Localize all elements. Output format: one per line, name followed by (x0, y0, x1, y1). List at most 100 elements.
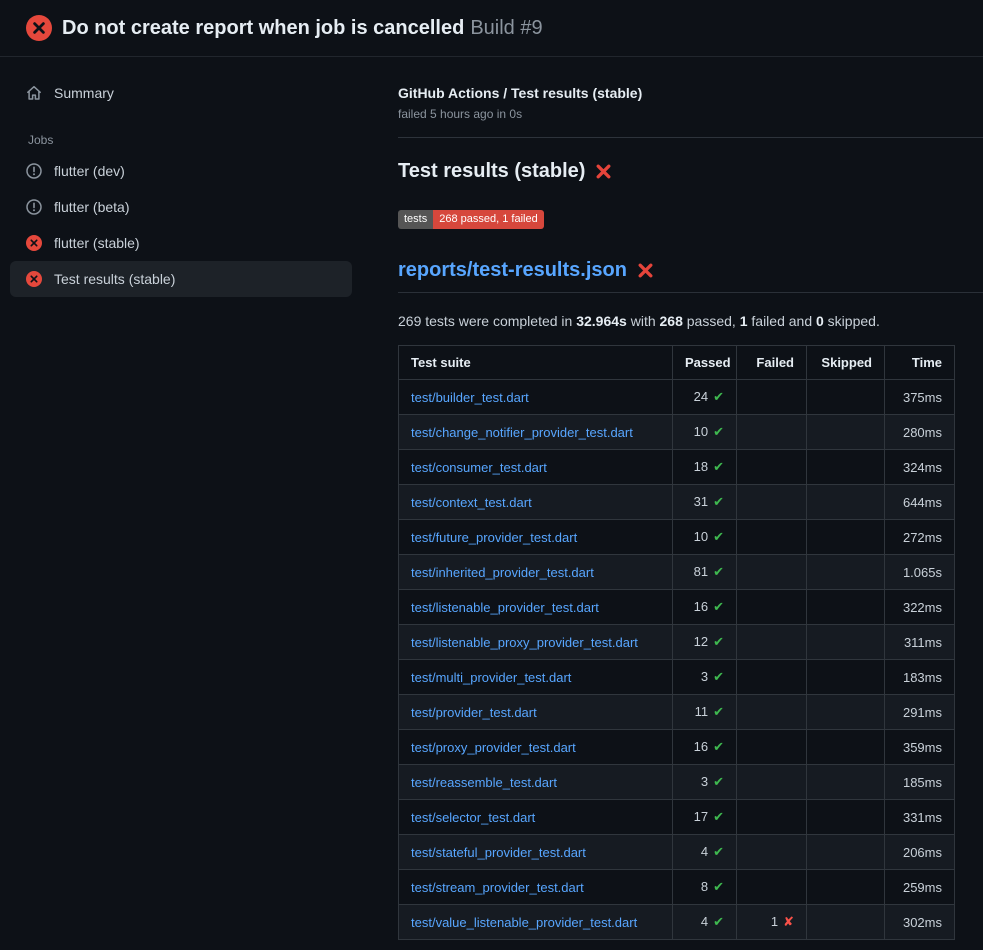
passed-cell: 10✔ (673, 415, 737, 450)
sidebar-summary-label: Summary (54, 85, 114, 101)
suite-cell: test/listenable_proxy_provider_test.dart (399, 625, 673, 660)
suite-cell: test/reassemble_test.dart (399, 765, 673, 800)
run-title: Do not create report when job is cancell… (62, 17, 543, 40)
passed-count: 8 (701, 879, 708, 894)
table-row: test/listenable_provider_test.dart 16 ✔ 322… (399, 590, 955, 625)
check-icon: ✔ (713, 425, 724, 440)
badge-label: tests (398, 210, 433, 229)
table-row: test/value_listenable_provider_test.dart… (399, 905, 955, 940)
suite-link[interactable]: test/future_provider_test.dart (411, 530, 577, 545)
passed-cell: 3✔ (673, 765, 737, 800)
badge-row: tests 268 passed, 1 failed (398, 209, 983, 229)
suite-link[interactable]: test/consumer_test.dart (411, 460, 547, 475)
passed-cell: 8✔ (673, 870, 737, 905)
suite-link[interactable]: test/listenable_proxy_provider_test.dart (411, 635, 638, 650)
skipped-cell (807, 870, 885, 905)
divider (398, 137, 983, 138)
section-title-text: Test results (stable) (398, 160, 585, 183)
passed-cell: 17 ✔ (673, 800, 737, 835)
check-icon: ✔ (713, 530, 724, 545)
suite-link[interactable]: test/value_listenable_provider_test.dart (411, 915, 637, 930)
suite-cell: test/stateful_provider_test.dart (399, 835, 673, 870)
report-heading: reports/test-results.json (398, 259, 983, 293)
time-cell: 322ms (885, 590, 955, 625)
passed-cell: 18✔ (673, 450, 737, 485)
suite-link[interactable]: test/stateful_provider_test.dart (411, 845, 586, 860)
time-cell: 311ms (885, 625, 955, 660)
suite-link[interactable]: test/proxy_provider_test.dart (411, 740, 576, 755)
sidebar-item-test-results-stable[interactable]: Test results (stable) (10, 261, 352, 297)
table-row: test/provider_test.dart11✔291ms (399, 695, 955, 730)
failed-cell (737, 415, 807, 450)
table-row: test/selector_test.dart 17 ✔ 331ms (399, 800, 955, 835)
failed-cell (737, 835, 807, 870)
suite-cell: test/value_listenable_provider_test.dart (399, 905, 673, 940)
summary-text: passed, (683, 313, 740, 329)
col-skipped: Skipped (807, 346, 885, 380)
breadcrumb: GitHub Actions / Test results (stable) (398, 85, 983, 101)
passed-cell: 10✔ (673, 520, 737, 555)
suite-link[interactable]: test/reassemble_test.dart (411, 775, 557, 790)
sidebar-item-flutter-dev[interactable]: flutter (dev) (10, 153, 352, 189)
time-cell: 331ms (885, 800, 955, 835)
time-cell: 302ms (885, 905, 955, 940)
check-icon: ✔ (713, 915, 724, 930)
sidebar-item-flutter-stable[interactable]: flutter (stable) (10, 225, 352, 261)
failed-cell (737, 485, 807, 520)
check-icon: ✔ (713, 670, 724, 685)
skipped-cell (807, 800, 885, 835)
skipped-cell (807, 380, 885, 415)
sidebar-item-flutter-beta[interactable]: flutter (beta) (10, 189, 352, 225)
col-time: Time (885, 346, 955, 380)
skipped-cell (807, 730, 885, 765)
suite-cell: test/selector_test.dart (399, 800, 673, 835)
passed-count: 3 (701, 774, 708, 789)
passed-cell: 3✔ (673, 660, 737, 695)
table-row: test/listenable_proxy_provider_test.dart… (399, 625, 955, 660)
time-cell: 280ms (885, 415, 955, 450)
suite-link[interactable]: test/inherited_provider_test.dart (411, 565, 594, 580)
main-content: GitHub Actions / Test results (stable) f… (398, 57, 983, 940)
suite-cell: test/future_provider_test.dart (399, 520, 673, 555)
suite-cell: test/inherited_provider_test.dart (399, 555, 673, 590)
run-header: Do not create report when job is cancell… (0, 0, 983, 57)
time-cell: 272ms (885, 520, 955, 555)
passed-cell: 12✔ (673, 625, 737, 660)
time-cell: 324ms (885, 450, 955, 485)
failed-cell (737, 870, 807, 905)
summary-duration: 32.964s (576, 313, 627, 329)
check-icon: ✔ (713, 565, 724, 580)
suite-cell: test/consumer_test.dart (399, 450, 673, 485)
passed-cell: 81✔ (673, 555, 737, 590)
check-icon: ✔ (713, 495, 724, 510)
report-link[interactable]: reports/test-results.json (398, 259, 627, 282)
check-icon: ✔ (713, 845, 724, 860)
time-cell: 206ms (885, 835, 955, 870)
suite-link[interactable]: test/provider_test.dart (411, 705, 537, 720)
sidebar-job-label: flutter (dev) (54, 163, 125, 179)
check-icon: ✔ (713, 635, 724, 650)
passed-count: 17 (694, 809, 708, 824)
failed-status-icon (26, 235, 42, 251)
sidebar: Summary Jobs flutter (dev) flutter (beta… (0, 57, 398, 297)
sidebar-item-summary[interactable]: Summary (10, 75, 352, 111)
suite-link[interactable]: test/change_notifier_provider_test.dart (411, 425, 633, 440)
skipped-cell (807, 835, 885, 870)
summary-text: 269 tests were completed in (398, 313, 576, 329)
suite-link[interactable]: test/builder_test.dart (411, 390, 529, 405)
summary-failed-count: 1 (740, 313, 748, 329)
check-icon: ✔ (713, 600, 724, 615)
suite-link[interactable]: test/context_test.dart (411, 495, 532, 510)
skipped-cell (807, 625, 885, 660)
suite-link[interactable]: test/selector_test.dart (411, 810, 535, 825)
skipped-cell (807, 520, 885, 555)
check-icon: ✔ (713, 810, 724, 825)
time-cell: 183ms (885, 660, 955, 695)
suite-link[interactable]: test/stream_provider_test.dart (411, 880, 584, 895)
suite-cell: test/context_test.dart (399, 485, 673, 520)
suite-link[interactable]: test/multi_provider_test.dart (411, 670, 571, 685)
suite-link[interactable]: test/listenable_provider_test.dart (411, 600, 599, 615)
suite-cell: test/provider_test.dart (399, 695, 673, 730)
passed-count: 16 (694, 599, 708, 614)
failed-cell (737, 555, 807, 590)
